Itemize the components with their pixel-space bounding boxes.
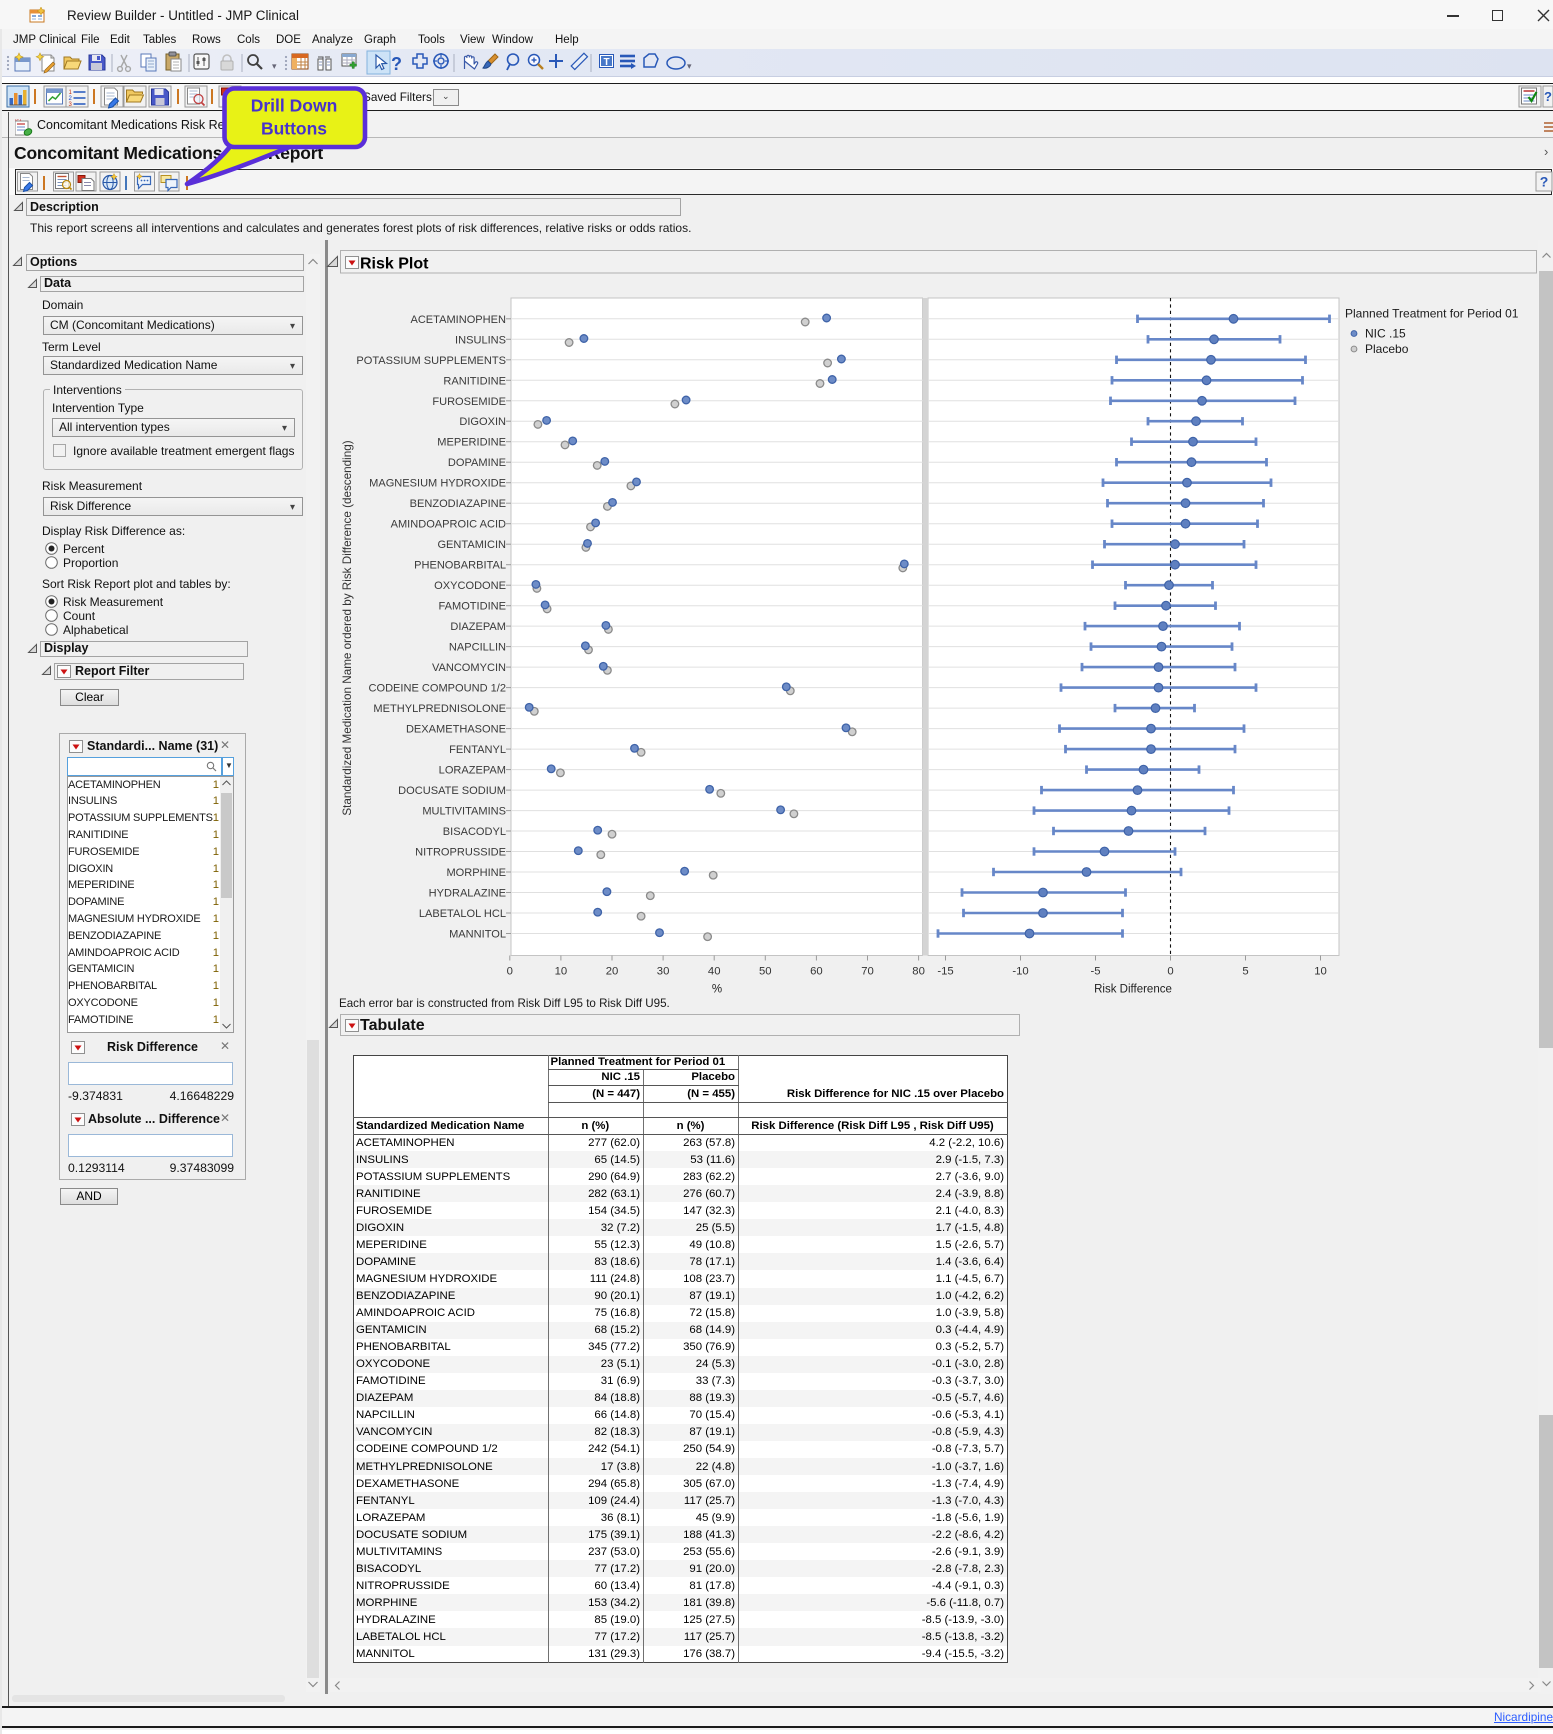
svg-text:80: 80 [912,966,925,978]
svg-text:30: 30 [657,966,670,978]
svg-text:Standardized Medication Name o: Standardized Medication Name ordered by … [341,440,354,815]
svg-text:DEXAMETHASONE: DEXAMETHASONE [406,724,506,736]
svg-text:0-1: 0-1 [15,119,22,122]
svg-text:-10: -10 [1012,966,1028,978]
svg-text:NAPCILLIN: NAPCILLIN [449,642,506,654]
svg-text:VANCOMYCIN: VANCOMYCIN [432,662,506,674]
svg-text:DIGOXIN: DIGOXIN [459,416,506,428]
svg-text:FAMOTIDINE: FAMOTIDINE [438,601,506,613]
svg-text:0: 0 [1167,966,1173,978]
svg-text:POTASSIUM SUPPLEMENTS: POTASSIUM SUPPLEMENTS [356,355,506,367]
svg-text:5: 5 [1242,966,1248,978]
svg-text:FENTANYL: FENTANYL [449,744,506,756]
svg-text:INSULINS: INSULINS [455,334,506,346]
svg-text:▾: ▾ [687,61,692,71]
svg-text:MULTIVITAMINS: MULTIVITAMINS [422,806,506,818]
svg-text:GENTAMICIN: GENTAMICIN [437,539,506,551]
svg-text:HYDRALAZINE: HYDRALAZINE [429,888,506,900]
svg-text:NITROPRUSSIDE: NITROPRUSSIDE [415,847,506,859]
svg-text:70: 70 [861,966,874,978]
svg-text:METHYLPREDNISOLONE: METHYLPREDNISOLONE [373,703,506,715]
svg-text:40: 40 [708,966,721,978]
svg-text:BENZODIAZAPINE: BENZODIAZAPINE [410,498,506,510]
svg-text:DOCUSATE SODIUM: DOCUSATE SODIUM [398,785,506,797]
svg-text:60: 60 [810,966,823,978]
svg-text:Each error bar is constructed: Each error bar is constructed from Risk … [339,997,670,1010]
svg-text:DOPAMINE: DOPAMINE [448,457,506,469]
svg-text:NIC .15: NIC .15 [1365,327,1406,341]
svg-text:Placebo: Placebo [1365,342,1409,356]
svg-text:AMINDOAPROIC ACID: AMINDOAPROIC ACID [391,519,506,531]
svg-text:PHENOBARBITAL: PHENOBARBITAL [414,560,506,572]
svg-text:Planned Treatment for Period 0: Planned Treatment for Period 01 [1345,307,1519,321]
svg-text:MORPHINE: MORPHINE [446,867,506,879]
svg-text:OXYCODONE: OXYCODONE [434,580,506,592]
svg-text:Buttons: Buttons [261,119,327,139]
svg-text:MANNITOL: MANNITOL [449,929,506,941]
svg-text:20: 20 [606,966,619,978]
svg-text:MAGNESIUM HYDROXIDE: MAGNESIUM HYDROXIDE [369,478,506,490]
svg-text:LORAZEPAM: LORAZEPAM [439,765,506,777]
svg-text:10: 10 [1314,966,1327,978]
svg-text:LABETALOL HCL: LABETALOL HCL [419,908,506,920]
svg-text:RANITIDINE: RANITIDINE [443,375,506,387]
svg-text:DIAZEPAM: DIAZEPAM [450,621,506,633]
svg-text:-5: -5 [1090,966,1100,978]
svg-text:%: % [712,984,722,996]
svg-text:ACETAMINOPHEN: ACETAMINOPHEN [410,314,506,326]
svg-text:Risk Difference: Risk Difference [1094,984,1172,996]
svg-text:▾: ▾ [272,61,277,71]
svg-text:CODEINE COMPOUND 1/2: CODEINE COMPOUND 1/2 [369,683,507,695]
svg-text:T: T [603,57,609,68]
svg-text:10: 10 [555,966,568,978]
svg-text:?: ? [391,54,402,74]
svg-text:Drill Down: Drill Down [251,96,338,116]
svg-text:Risk Plot: Risk Plot [360,256,429,273]
svg-text:50: 50 [759,966,772,978]
svg-text:?: ? [1544,89,1552,104]
svg-text:MEPERIDINE: MEPERIDINE [437,437,506,449]
svg-text:BISACODYL: BISACODYL [443,826,506,838]
svg-text:0: 0 [507,966,513,978]
svg-text:FUROSEMIDE: FUROSEMIDE [432,396,506,408]
svg-text:-15: -15 [937,966,953,978]
svg-text:?: ? [1540,174,1549,190]
